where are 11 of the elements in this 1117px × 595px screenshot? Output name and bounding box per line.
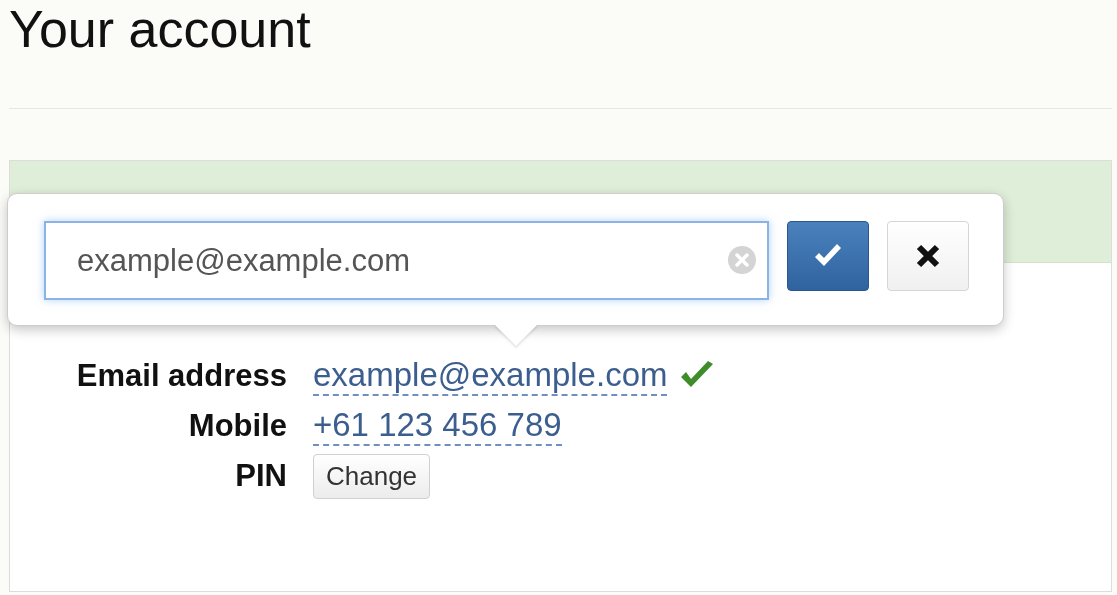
page-title: Your account	[9, 0, 311, 58]
editable-link[interactable]: example@example.com	[313, 356, 668, 396]
change-button[interactable]: Change	[313, 453, 431, 499]
field-label: PIN	[235, 458, 287, 494]
close-icon	[915, 243, 941, 269]
field-label: Email address	[76, 358, 287, 394]
confirm-button[interactable]	[787, 221, 869, 291]
editable-link[interactable]: +61 123 456 789	[313, 406, 562, 446]
field-label: Mobile	[188, 408, 287, 444]
cancel-button[interactable]	[887, 221, 969, 291]
email-input[interactable]: example@example.com	[44, 221, 769, 300]
